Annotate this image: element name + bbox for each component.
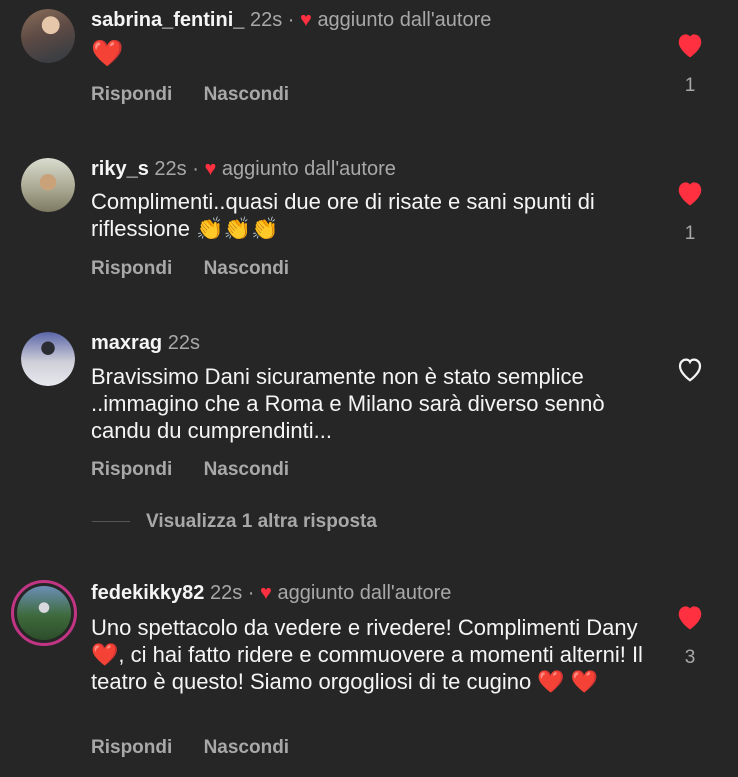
- view-more-label: Visualizza 1 altra risposta: [146, 511, 377, 532]
- comment-text: Complimenti..quasi due ore di risate e s…: [91, 189, 595, 241]
- separator: ·: [247, 582, 255, 604]
- avatar[interactable]: [21, 158, 75, 212]
- divider-line: [92, 521, 130, 523]
- reply-button[interactable]: Rispondi: [91, 459, 172, 480]
- author-heart-icon: ♥: [260, 582, 272, 604]
- author-liked-label: aggiunto dall'autore: [317, 9, 492, 31]
- like-count[interactable]: 3: [675, 647, 705, 669]
- view-more-replies[interactable]: Visualizza 1 altra risposta: [92, 511, 377, 533]
- comment-username[interactable]: fedekikky82: [91, 582, 204, 604]
- reply-button[interactable]: Rispondi: [91, 737, 172, 758]
- comment-text: Uno spettacolo da vedere e rivedere! Com…: [91, 615, 643, 694]
- hide-button[interactable]: Nascondi: [204, 258, 290, 279]
- author-heart-icon: ♥: [300, 9, 312, 31]
- comment-username[interactable]: sabrina_fentini_: [91, 9, 244, 31]
- comment-text: ❤️: [91, 38, 124, 68]
- comment-username[interactable]: riky_s: [91, 158, 149, 180]
- comment-time: 22s: [209, 582, 243, 604]
- hide-button[interactable]: Nascondi: [204, 459, 290, 480]
- like-heart-outline-icon[interactable]: [675, 355, 705, 383]
- comment-time: 22s: [167, 332, 200, 354]
- author-liked-label: aggiunto dall'autore: [277, 582, 452, 604]
- avatar[interactable]: [21, 332, 75, 386]
- like-heart-icon[interactable]: [675, 603, 705, 631]
- hide-button[interactable]: Nascondi: [204, 737, 290, 758]
- author-liked-label: aggiunto dall'autore: [221, 158, 396, 180]
- avatar[interactable]: [21, 9, 75, 63]
- reply-button[interactable]: Rispondi: [91, 258, 172, 279]
- comment-time: 22s: [249, 9, 283, 31]
- avatar[interactable]: [11, 580, 77, 646]
- separator: ·: [287, 9, 295, 31]
- like-heart-icon[interactable]: [675, 179, 705, 207]
- like-heart-icon[interactable]: [675, 31, 705, 59]
- hide-button[interactable]: Nascondi: [204, 84, 290, 105]
- like-count[interactable]: 1: [675, 75, 705, 97]
- comment-time: 22s: [154, 158, 187, 180]
- comment-username[interactable]: maxrag: [91, 332, 162, 354]
- comment-text: Bravissimo Dani sicuramente non è stato …: [91, 364, 605, 443]
- separator: ·: [192, 158, 199, 180]
- like-count[interactable]: 1: [675, 223, 705, 245]
- reply-button[interactable]: Rispondi: [91, 84, 172, 105]
- author-heart-icon: ♥: [204, 158, 217, 180]
